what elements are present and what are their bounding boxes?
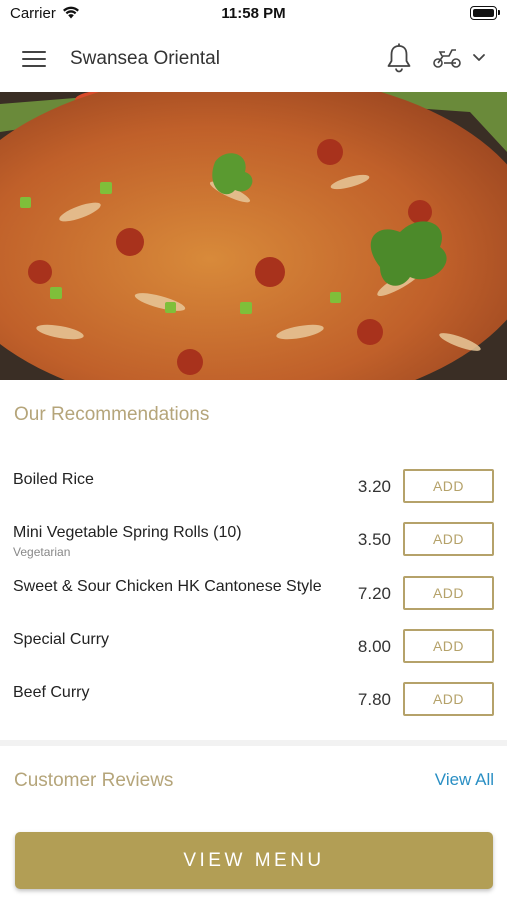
view-all-link[interactable]: View All [435, 770, 494, 790]
menu-icon[interactable] [22, 48, 48, 68]
menu-item-row: Sweet & Sour Chicken HK Cantonese Style … [0, 562, 507, 615]
menu-item-name: Special Curry [13, 631, 110, 648]
add-button[interactable]: ADD [403, 522, 494, 556]
add-button[interactable]: ADD [403, 682, 494, 716]
view-menu-button[interactable]: VIEW MENU [15, 832, 493, 889]
bell-icon[interactable] [385, 42, 413, 74]
add-button[interactable]: ADD [403, 576, 494, 610]
menu-item-row: Beef Curry 7.80 ADD [0, 668, 507, 721]
menu-item-name: Mini Vegetable Spring Rolls (10) [13, 524, 242, 541]
menu-item-name: Sweet & Sour Chicken HK Cantonese Style [13, 578, 322, 595]
scooter-icon[interactable] [432, 46, 462, 70]
recommendations-title: Our Recommendations [14, 404, 210, 425]
menu-item-price: 8.00 [357, 637, 391, 656]
menu-item-subtitle: Vegetarian [13, 545, 71, 559]
menu-item-price: 7.80 [357, 690, 391, 709]
menu-item-row: Special Curry 8.00 ADD [0, 615, 507, 668]
header: Swansea Oriental [0, 26, 507, 92]
menu-item-row: Mini Vegetable Spring Rolls (10) Vegetar… [0, 508, 507, 561]
menu-item-name: Beef Curry [13, 684, 90, 701]
status-bar: Carrier 11:58 PM [0, 0, 507, 26]
section-divider [0, 740, 507, 746]
reviews-title: Customer Reviews [14, 770, 174, 791]
menu-item-price: 3.50 [357, 530, 391, 549]
menu-item-price: 3.20 [357, 477, 391, 496]
menu-item-price: 7.20 [357, 584, 391, 603]
battery-icon [470, 6, 500, 20]
add-button[interactable]: ADD [403, 629, 494, 663]
menu-item-name: Boiled Rice [13, 471, 94, 488]
menu-item-row: Boiled Rice 3.20 ADD [0, 455, 507, 508]
clock: 11:58 PM [221, 5, 286, 22]
hero-food-image [0, 92, 507, 380]
restaurant-title: Swansea Oriental [70, 48, 220, 69]
add-button[interactable]: ADD [403, 469, 494, 503]
chevron-down-icon[interactable] [472, 53, 486, 63]
